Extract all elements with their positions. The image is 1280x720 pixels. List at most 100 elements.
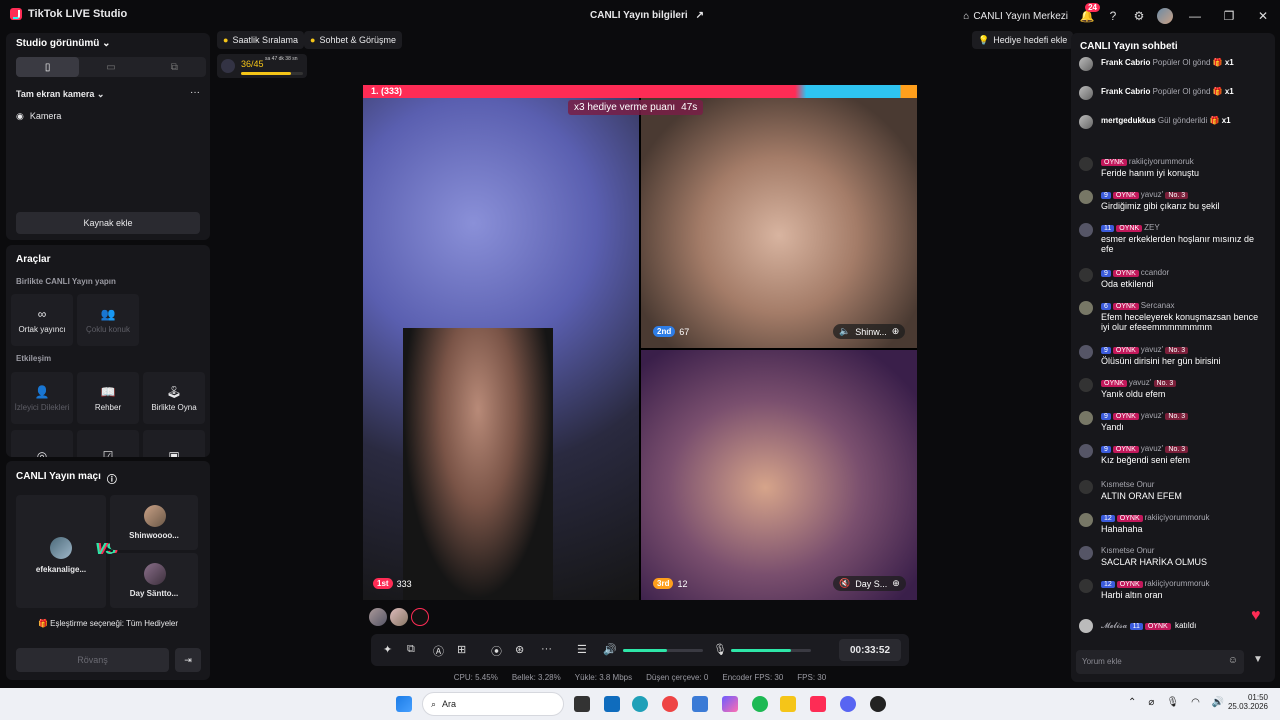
speaker-icon[interactable]: 🔊 [603,643,617,656]
settings-app-icon[interactable] [692,696,708,712]
volume-slider[interactable] [623,649,703,652]
portrait-option[interactable]: ▯ [16,57,80,77]
live-center-button[interactable]: ⌂ CANLI Yayın Merkezi [963,11,1068,22]
file-explorer-icon[interactable] [780,696,796,712]
progress-widget[interactable]: 36/45 sa 47 dk 38 sn [217,54,307,78]
filter-icon[interactable]: ▼ [1253,654,1263,665]
guide-button[interactable]: 📖 Rehber [77,372,139,424]
system-tray[interactable]: ⌃ ⌀ 🎙 ◠ 🔊 [1128,697,1224,708]
message-text: SACLAR HARİKA OLMUS [1101,557,1208,567]
windows-start-icon[interactable] [396,696,412,712]
clock-time: 01:50 [1247,693,1268,702]
notification-badge: 24 [1085,3,1100,12]
level-badge: 9 [1101,192,1111,199]
tool-target-button[interactable]: ◎ [11,430,73,457]
match-option[interactable]: 🎁 Eşleştirme seçeneği: Tüm Hediyeler [6,619,210,628]
app-icon[interactable] [870,696,886,712]
chat-panel: CANLI Yayın sohbeti Frank Cabrio Popüler… [1071,33,1275,682]
mic-slider[interactable] [731,649,811,652]
co-host-button[interactable]: ∞ Ortak yayıncı [11,294,73,346]
gift-user: mertgedukkus [1101,116,1156,125]
player-card-2[interactable]: Shinwoooo... [110,495,198,550]
studio-view-dropdown[interactable]: Studio görünümü ⌄ [16,38,111,49]
multi-guest-button[interactable]: 👥 Çoklu konuk [77,294,139,346]
snapshot-icon[interactable]: ⊛ [515,643,524,656]
settings-button[interactable]: ⚙ [1126,0,1152,32]
minimize-button[interactable]: — [1178,0,1212,32]
close-button[interactable]: ✕ [1246,0,1280,32]
heart-icon[interactable]: ♥ [1251,607,1261,625]
spotify-icon[interactable] [752,696,768,712]
effects-icon[interactable]: ⧉ [407,643,415,656]
camera-label: Kamera [29,111,62,121]
avatar[interactable] [390,608,408,626]
add-source-button[interactable]: Kaynak ekle [16,212,200,234]
p2-score-value: 67 [679,326,690,337]
p3-name-pill[interactable]: 🔇 Day S... ⊕ [833,576,906,591]
comment-input[interactable]: Yorum ekle ☺ [1076,650,1244,674]
p3-score-value: 12 [677,578,688,589]
scene-dropdown[interactable]: Tam ekran kamera ⌄ [16,89,104,100]
chrome-icon[interactable] [662,696,678,712]
gift-goal-button[interactable]: 💡 Hediye hedefi ekle [972,31,1074,49]
play-together-button[interactable]: 🕹 Birlikte Oyna [143,372,205,424]
checkbox-icon: ☑ [102,449,114,457]
emoji-icon[interactable]: ☺ [1228,655,1238,666]
magic-wand-icon[interactable]: ✦ [383,643,392,656]
record-icon[interactable]: ⦿ [491,643,502,659]
landscape-option[interactable]: ▭ [79,57,142,77]
source-camera[interactable]: ◉ Kamera [16,111,61,122]
avatar [1079,378,1093,392]
copilot-icon[interactable] [722,696,738,712]
message-user: rakiiçiyorummoruk [1128,157,1194,166]
rank-badge: No. 3 [1165,413,1189,420]
exit-match-button[interactable]: ⇥ [175,648,201,672]
progress-fill [241,72,291,75]
live-match-panel: CANLI Yayın maçı ⓘ efekanalige... VS Shin… [6,461,210,680]
tiktok-live-icon[interactable] [810,696,826,712]
sliders-icon[interactable]: ☰ [577,643,587,656]
hourly-ranking-button[interactable]: ● Saatlik Sıralama [217,31,304,49]
tool-check-button[interactable]: ☑ [77,430,139,457]
message-text: Feride hanım iyi konuştu [1101,168,1200,178]
tool-box-button[interactable]: ▣ [143,430,205,457]
rank-badge: No. 3 [1165,347,1189,354]
p2-name-pill[interactable]: 🔈 Shinw... ⊕ [833,324,906,339]
profile-button[interactable] [1152,0,1178,32]
avatar[interactable] [411,608,429,626]
match-title-group: CANLI Yayın maçı ⓘ [16,471,117,486]
outlook-icon[interactable] [604,696,620,712]
rematch-button[interactable]: Rövanş [16,648,169,672]
stream-info-button[interactable]: CANLI Yayın bilgileri ↗ [590,10,704,21]
more-icon[interactable]: ··· [541,643,552,655]
task-view-icon[interactable] [574,696,590,712]
fan-badge: OYNK [1112,192,1139,199]
discord-icon[interactable] [840,696,856,712]
more-icon[interactable]: ··· [190,87,200,98]
help-icon: ? [1109,9,1117,23]
layout-option[interactable]: ⧉ [143,57,206,77]
chat-meet-button[interactable]: ● Sohbet & Görüşme [304,31,402,49]
level-badge: 11 [1101,225,1115,232]
edge-icon[interactable] [632,696,648,712]
ai-icon[interactable]: Ⓐ [433,643,444,659]
avatar [1079,223,1093,237]
notifications-button[interactable]: 🔔 24 [1074,0,1100,32]
avatar [1079,268,1093,282]
title-bar: TikTok LIVE Studio CANLI Yayın bilgileri… [0,0,1280,32]
clock[interactable]: 01:50 25.03.2026 [1226,693,1268,711]
screen-add-icon[interactable]: ⊞ [457,643,466,656]
help-icon[interactable]: ⓘ [107,471,117,486]
avatar[interactable] [369,608,387,626]
taskbar-search[interactable]: ⌕ Ara [422,692,564,716]
microphone-icon[interactable]: 🎙 [713,643,727,656]
chat-message: 9 OYNK yavuz' No. 3 Ölüsüni dirisini her gü… [1079,345,1269,366]
help-button[interactable]: ? [1100,0,1126,32]
maximize-button[interactable]: ❐ [1212,0,1246,32]
app-title-group: TikTok LIVE Studio [10,8,127,20]
player-card-1[interactable]: efekanalige... [16,495,106,608]
player-card-3[interactable]: Day Säntto... [110,553,198,608]
chat-message: OYNK yavuz' No. 3 Yanık oldu efem [1079,378,1269,399]
viewer-requests-button[interactable]: 👤 İzleyici Dilekleri [11,372,73,424]
chat-message: OYNK rakiiçiyorummoruk Feride hanım iyi k… [1079,157,1269,178]
